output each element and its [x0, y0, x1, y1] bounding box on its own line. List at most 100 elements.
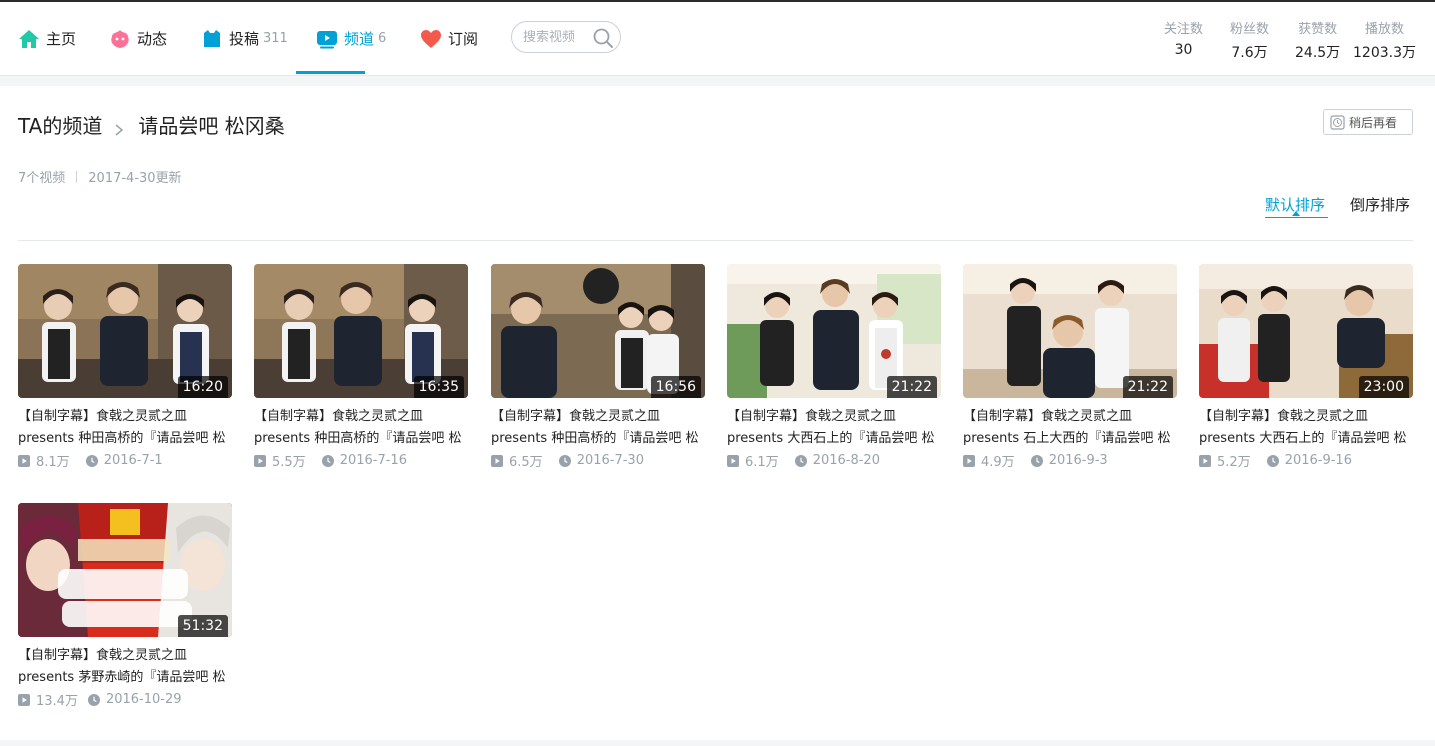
sort-default-tab[interactable]: 默认排序 — [1265, 194, 1328, 218]
publish-date: 2016-8-20 — [812, 453, 880, 468]
view-count: 4.9万 — [981, 455, 1015, 470]
video-card[interactable]: 21:22 【自制字幕】食戟之灵贰之皿 presents 大西石上的『请品尝吧 … — [727, 264, 941, 470]
home-icon — [18, 28, 40, 50]
channel-icon — [316, 28, 338, 50]
footer-band — [0, 740, 1435, 746]
search-input[interactable] — [523, 29, 589, 45]
play-count-icon — [1199, 454, 1211, 467]
video-info: 6.1万 2016-8-20 — [727, 451, 941, 470]
video-duration: 16:35 — [413, 376, 464, 398]
video-thumbnail[interactable]: 16:35 — [254, 264, 468, 398]
video-duration: 21:22 — [886, 376, 937, 398]
clock-icon — [321, 454, 334, 467]
upload-icon — [201, 28, 223, 50]
view-count: 13.4万 — [36, 694, 78, 709]
video-title-line2: presents 茅野赤崎的『请品尝吧 松 — [18, 670, 226, 685]
video-card[interactable]: 51:32 【自制字幕】食戟之灵贰之皿 presents 茅野赤崎的『请品尝吧 … — [18, 503, 232, 709]
video-card[interactable]: 16:56 【自制字幕】食戟之灵贰之皿 presents 种田高桥的『请品尝吧 … — [491, 264, 705, 470]
stat-following-label: 关注数 — [1164, 22, 1204, 37]
video-title-line1: 【自制字幕】食戟之灵贰之皿 — [18, 648, 188, 663]
stat-likes-value: 24.5万 — [1295, 45, 1341, 61]
stat-fans-label: 粉丝数 — [1230, 22, 1270, 37]
video-title[interactable]: 【自制字幕】食戟之灵贰之皿 presents 石上大西的『请品尝吧 松 — [963, 406, 1177, 450]
clock-icon — [794, 454, 807, 467]
stat-plays-value: 1203.3万 — [1353, 45, 1416, 61]
nav-upload-count: 311 — [263, 31, 288, 46]
play-count-icon — [254, 454, 266, 467]
section-divider — [0, 76, 1435, 86]
nav-active-indicator — [296, 71, 365, 74]
video-title-line2: presents 种田高桥的『请品尝吧 松 — [254, 431, 462, 446]
clock-icon — [1030, 454, 1043, 467]
video-title[interactable]: 【自制字幕】食戟之灵贰之皿 presents 茅野赤崎的『请品尝吧 松 — [18, 645, 232, 689]
play-count-icon — [18, 454, 30, 467]
watch-later-label: 稍后再看 — [1349, 115, 1398, 130]
video-title-line1: 【自制字幕】食戟之灵贰之皿 — [491, 409, 661, 424]
sort-reverse-label: 倒序排序 — [1350, 196, 1411, 214]
video-duration: 23:00 — [1358, 376, 1409, 398]
video-title[interactable]: 【自制字幕】食戟之灵贰之皿 presents 大西石上的『请品尝吧 松 — [1199, 406, 1413, 450]
search-icon[interactable] — [592, 27, 614, 49]
video-info: 8.1万 2016-7-1 — [18, 451, 232, 470]
stat-fans[interactable]: 粉丝数 7.6万 — [1230, 18, 1269, 62]
publish-date: 2016-7-30 — [576, 453, 644, 468]
video-info: 4.9万 2016-9-3 — [963, 451, 1177, 470]
video-thumbnail[interactable]: 23:00 — [1199, 264, 1413, 398]
sort-underline — [1265, 217, 1328, 218]
nav-home[interactable]: 主页 — [18, 2, 76, 75]
nav-dynamic-label: 动态 — [137, 30, 168, 48]
video-title[interactable]: 【自制字幕】食戟之灵贰之皿 presents 种田高桥的『请品尝吧 松 — [254, 406, 468, 450]
meta-divider — [76, 170, 78, 183]
video-title[interactable]: 【自制字幕】食戟之灵贰之皿 presents 种田高桥的『请品尝吧 松 — [491, 406, 705, 450]
video-title-line1: 【自制字幕】食戟之灵贰之皿 — [18, 409, 188, 424]
nav-channel-count: 6 — [378, 31, 387, 46]
video-title[interactable]: 【自制字幕】食戟之灵贰之皿 presents 大西石上的『请品尝吧 松 — [727, 406, 941, 450]
publish-date: 2016-7-1 — [103, 453, 163, 468]
publish-date: 2016-7-16 — [339, 453, 407, 468]
nav-subscribe-label: 订阅 — [448, 30, 479, 48]
video-duration: 21:22 — [1122, 376, 1173, 398]
nav-upload[interactable]: 投稿 311 — [201, 2, 288, 75]
view-count: 5.5万 — [272, 455, 306, 470]
heart-icon — [420, 28, 442, 50]
video-info: 5.5万 2016-7-16 — [254, 451, 468, 470]
video-thumbnail[interactable]: 16:56 — [491, 264, 705, 398]
nav-subscribe[interactable]: 订阅 — [420, 2, 478, 75]
video-title-line1: 【自制字幕】食戟之灵贰之皿 — [1199, 409, 1369, 424]
nav-channel[interactable]: 频道 6 — [316, 2, 386, 75]
nav-dynamic[interactable]: 动态 — [109, 2, 167, 75]
video-thumbnail[interactable]: 51:32 — [18, 503, 232, 637]
update-date: 2017-4-30更新 — [88, 171, 182, 186]
video-title[interactable]: 【自制字幕】食戟之灵贰之皿 presents 种田高桥的『请品尝吧 松 — [18, 406, 232, 450]
video-card[interactable]: 16:20 【自制字幕】食戟之灵贰之皿 presents 种田高桥的『请品尝吧 … — [18, 264, 232, 470]
publish-date: 2016-9-3 — [1048, 453, 1108, 468]
publish-date: 2016-9-16 — [1284, 453, 1352, 468]
nav-home-label: 主页 — [46, 30, 77, 48]
video-title-line1: 【自制字幕】食戟之灵贰之皿 — [254, 409, 424, 424]
video-thumbnail[interactable]: 21:22 — [963, 264, 1177, 398]
play-count-icon — [963, 454, 975, 467]
video-title-line2: presents 种田高桥的『请品尝吧 松 — [18, 431, 226, 446]
stat-likes: 获赞数 24.5万 — [1295, 18, 1340, 62]
dynamic-icon — [109, 28, 131, 50]
video-title-line2: presents 大西石上的『请品尝吧 松 — [727, 431, 935, 446]
video-card[interactable]: 16:35 【自制字幕】食戟之灵贰之皿 presents 种田高桥的『请品尝吧 … — [254, 264, 468, 470]
video-thumbnail[interactable]: 16:20 — [18, 264, 232, 398]
stat-following-value: 30 — [1174, 42, 1193, 58]
video-title-line1: 【自制字幕】食戟之灵贰之皿 — [963, 409, 1133, 424]
search-box[interactable] — [511, 21, 621, 53]
video-title-line2: presents 石上大西的『请品尝吧 松 — [963, 431, 1171, 446]
publish-date: 2016-10-29 — [105, 692, 182, 707]
stat-following[interactable]: 关注数 30 — [1164, 18, 1203, 58]
video-title-line1: 【自制字幕】食戟之灵贰之皿 — [727, 409, 897, 424]
video-card[interactable]: 21:22 【自制字幕】食戟之灵贰之皿 presents 石上大西的『请品尝吧 … — [963, 264, 1177, 470]
video-thumbnail[interactable]: 21:22 — [727, 264, 941, 398]
video-info: 13.4万 2016-10-29 — [18, 690, 232, 709]
channel-meta: 7个视频 2017-4-30更新 — [18, 167, 182, 186]
watch-later-button[interactable]: 稍后再看 — [1323, 109, 1413, 135]
nav-channel-label: 频道 — [344, 30, 375, 48]
breadcrumb-root[interactable]: TA的频道 — [18, 110, 102, 139]
stat-plays-label: 播放数 — [1364, 22, 1404, 37]
video-card[interactable]: 23:00 【自制字幕】食戟之灵贰之皿 presents 大西石上的『请品尝吧 … — [1199, 264, 1413, 470]
sort-reverse-tab[interactable]: 倒序排序 — [1350, 194, 1410, 215]
